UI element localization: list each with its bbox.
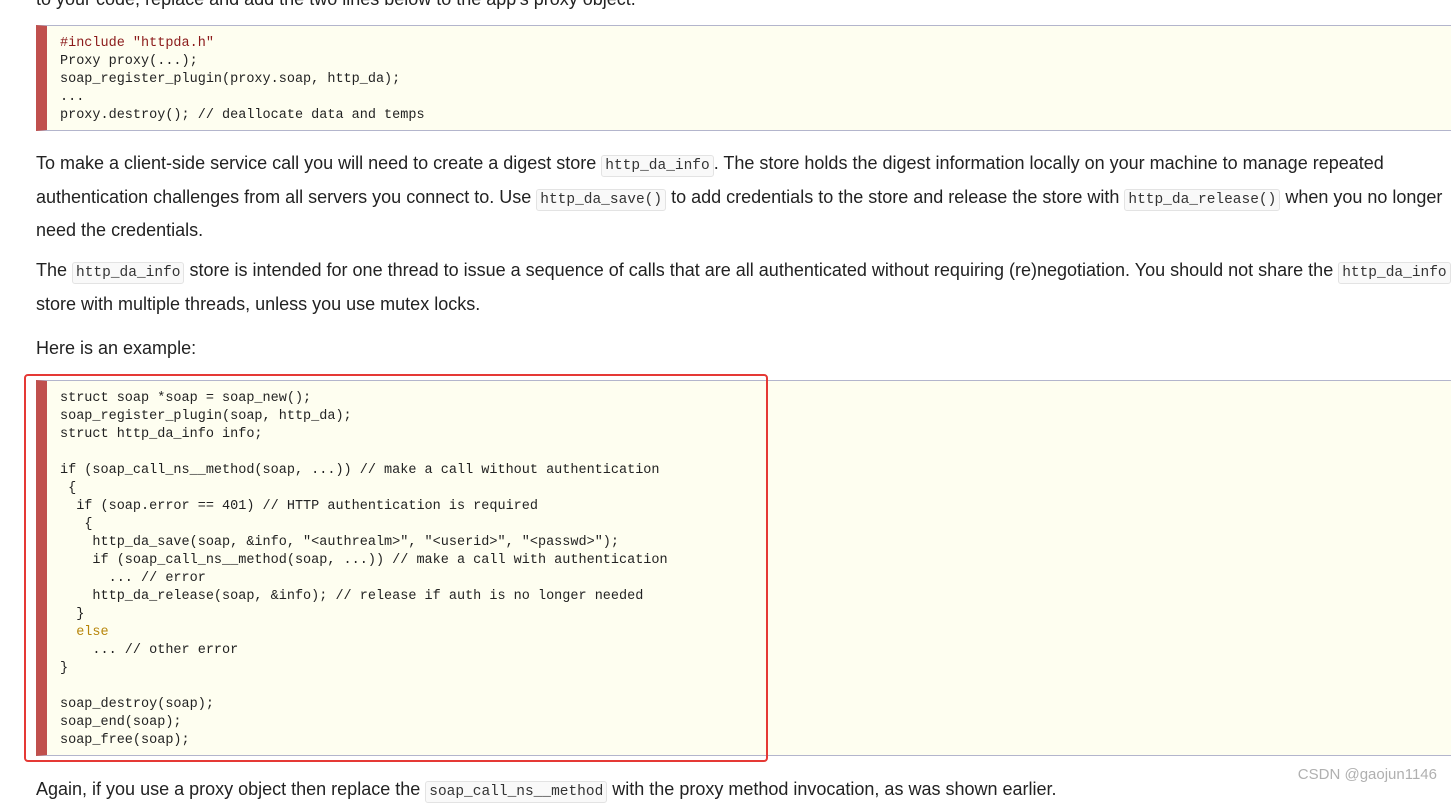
cut-off-text-line: to your code, replace and add the two li…	[36, 0, 636, 9]
document-page: to your code, replace and add the two li…	[0, 0, 1451, 803]
code-line: proxy.destroy(); // deallocate data and …	[60, 108, 425, 123]
code-line: ...	[60, 90, 85, 105]
csdn-watermark: CSDN @gaojun1146	[1297, 766, 1437, 783]
code-line: }	[60, 661, 69, 676]
paragraph-threads: The http_da_info store is intended for o…	[36, 255, 1451, 319]
code-block-example: struct soap *soap = soap_new(); soap_reg…	[36, 380, 1451, 756]
code-line: soap_register_plugin(soap, http_da);	[60, 409, 352, 424]
code-line: ... // other error	[92, 643, 239, 658]
inline-code: http_da_info	[1338, 262, 1451, 284]
code-line: if (soap_call_ns__method(soap, ...)) // …	[92, 553, 668, 568]
code-line: if (soap_call_ns__method(soap, ...)) // …	[60, 463, 660, 478]
code-content: struct soap *soap = soap_new(); soap_reg…	[47, 381, 1451, 750]
code-line: soap_register_plugin(proxy.soap, http_da…	[60, 72, 401, 87]
inline-code: http_da_info	[601, 155, 714, 177]
code-line: ... // error	[108, 571, 206, 586]
code-line: soap_free(soap);	[60, 733, 190, 748]
code-line: {	[68, 481, 77, 496]
paragraph-digest-store: To make a client-side service call you w…	[36, 153, 1443, 240]
paragraph-proxy-note: Again, if you use a proxy object then re…	[36, 774, 1451, 808]
code-line: #include "httpda.h"	[60, 36, 214, 51]
paragraph-example-intro: Here is an example:	[36, 338, 197, 358]
code-content: #include "httpda.h" Proxy proxy(...); so…	[47, 26, 1451, 125]
code-line: if (soap.error == 401) // HTTP authentic…	[76, 499, 538, 514]
code-line: soap_destroy(soap);	[60, 697, 214, 712]
code-line: Proxy proxy(...);	[60, 54, 198, 69]
code-line: soap_end(soap);	[60, 715, 182, 730]
inline-code: http_da_save()	[536, 188, 667, 211]
code-line: }	[76, 607, 85, 622]
code-line: http_da_release(soap, &info); // release…	[92, 589, 644, 604]
inline-code: soap_call_ns__method	[425, 781, 608, 803]
inline-code: http_da_info	[72, 262, 185, 284]
inline-code: http_da_release()	[1124, 188, 1281, 211]
code-line: else	[76, 625, 109, 640]
code-block-proxy: #include "httpda.h" Proxy proxy(...); so…	[36, 25, 1451, 131]
code-line: struct soap *soap = soap_new();	[60, 391, 312, 406]
code-line: http_da_save(soap, &info, "<authrealm>",…	[92, 535, 619, 550]
code-line: struct http_da_info info;	[60, 427, 263, 442]
code-line: {	[84, 517, 93, 532]
